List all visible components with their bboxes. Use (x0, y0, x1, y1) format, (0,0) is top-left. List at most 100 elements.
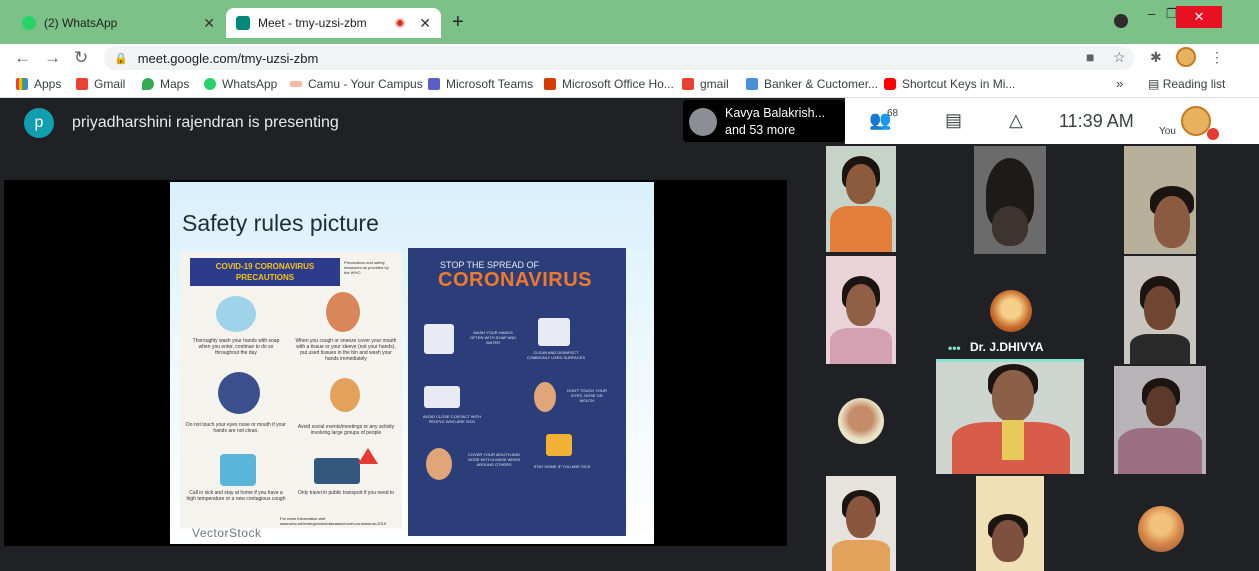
recording-icon (395, 18, 406, 28)
close-tab-icon[interactable]: ✕ (203, 15, 215, 32)
poster-tip: Avoid social events/meetings or any acti… (297, 424, 395, 436)
sneeze-icon (326, 292, 360, 332)
presenter-bar: p priyadharshini rajendran is presenting (0, 98, 787, 146)
participant-tile[interactable] (1124, 146, 1196, 254)
bookmark-gmail-2[interactable]: gmail (682, 77, 729, 91)
reading-list-button[interactable]: ▤ Reading list (1148, 77, 1225, 91)
participant-avatar[interactable] (990, 290, 1032, 332)
back-icon[interactable]: ← (14, 48, 31, 68)
menu-icon[interactable]: ⋮ (1210, 49, 1224, 66)
poster-tip: DON'T TOUCH YOUR EYES, NOSE OR MOUTH (567, 388, 607, 403)
banker-icon (746, 78, 758, 90)
youtube-icon (884, 78, 896, 90)
participant-avatar[interactable] (1138, 506, 1184, 552)
participant-clothes (832, 540, 890, 571)
bookmark-camu[interactable]: Camu - Your Campus (290, 77, 423, 91)
participant-face (992, 206, 1028, 246)
participant-face (992, 520, 1024, 562)
bookmark-label: gmail (700, 77, 729, 91)
bookmark-teams[interactable]: Microsoft Teams (428, 77, 533, 91)
no-touch-face-icon (218, 372, 260, 414)
teams-icon (428, 78, 440, 90)
house-icon (546, 434, 572, 456)
reading-list-label: Reading list (1162, 77, 1226, 91)
bookmark-label: Shortcut Keys in Mi... (902, 77, 1016, 91)
participant-tile[interactable] (826, 146, 896, 252)
new-tab-button[interactable]: + (452, 11, 464, 34)
extensions-icon[interactable]: ✱ (1150, 49, 1162, 66)
poster-tip: Only travel in public transport if you n… (297, 490, 395, 496)
camera-icon[interactable]: ■ (1086, 49, 1094, 65)
bookmark-label: Banker & Cuctomer... (764, 77, 879, 91)
address-bar[interactable]: 🔒 meet.google.com/tmy-uzsi-zbm (104, 46, 1134, 70)
poster-tip: STAY HOME IF YOU ARE SICK (533, 464, 591, 469)
participant-more: and 53 more (725, 123, 796, 137)
participant-name: Kavya Balakrish... (725, 106, 826, 120)
profile-avatar[interactable] (1176, 47, 1196, 67)
lock-icon: 🔒 (114, 52, 128, 65)
poster-tip: When you cough or sneeze cover your mout… (295, 338, 397, 362)
tab-meet[interactable]: Meet - tmy-uzsi-zbm ✕ (226, 8, 441, 38)
spray-icon (538, 318, 570, 346)
participant-tile-active-speaker[interactable] (936, 362, 1084, 474)
participant-tile[interactable] (1124, 256, 1196, 364)
clock: 11:39 AM (1059, 111, 1134, 131)
bookmark-label: Gmail (94, 77, 126, 91)
forward-icon[interactable]: → (44, 48, 61, 68)
meet-icon (236, 16, 250, 30)
presenter-text: priyadharshini rajendran is presenting (72, 114, 339, 131)
bookmark-apps[interactable]: Apps (16, 77, 61, 91)
participant-face (1146, 386, 1176, 426)
chat-icon[interactable]: ▤ (945, 110, 962, 131)
participant-tile[interactable] (974, 146, 1046, 254)
participant-tile[interactable] (826, 256, 896, 364)
bookmark-banker[interactable]: Banker & Cuctomer... (746, 77, 878, 91)
presentation-slide: Safety rules picture COVID-19 CORONAVIRU… (170, 182, 654, 544)
bookmark-gmail[interactable]: Gmail (76, 77, 125, 91)
reading-list-icon: ▤ (1148, 77, 1160, 91)
office-icon (544, 78, 556, 90)
bookmarks-bar: Apps Gmail Maps WhatsApp Camu - Your Cam… (0, 72, 1259, 98)
bookmark-office[interactable]: Microsoft Office Ho... (544, 77, 674, 91)
poster-footer: For more information visit www.who.int/e… (280, 516, 387, 526)
camu-icon (290, 81, 302, 87)
meet-stage: p priyadharshini rajendran is presenting… (0, 98, 1259, 571)
notification-badge (1207, 128, 1219, 140)
activities-icon[interactable]: △ (1009, 110, 1023, 131)
star-icon[interactable]: ☆ (1113, 49, 1126, 66)
close-tab-icon[interactable]: ✕ (419, 15, 431, 32)
tab-whatsapp[interactable]: (2) WhatsApp ✕ (12, 8, 225, 38)
participant-tile[interactable] (976, 476, 1044, 571)
bookmark-shortcut-keys[interactable]: Shortcut Keys in Mi... (884, 77, 1015, 91)
presenter-avatar: p (24, 108, 54, 138)
browser-tab-strip: (2) WhatsApp ✕ Meet - tmy-uzsi-zbm ✕ + –… (0, 0, 1259, 44)
poster-tip: Do not touch your eyes nose or mouth if … (186, 422, 286, 434)
participant-scarf (1002, 420, 1024, 460)
participant-tile-name: Dr. J.DHIVYA (970, 340, 1044, 354)
reload-icon[interactable]: ↻ (74, 48, 88, 68)
participant-tile[interactable] (1114, 366, 1206, 474)
bookmarks-overflow-button[interactable]: » (1116, 76, 1123, 91)
poster-tip: AVOID CLOSE CONTACT WITH PEOPLE WHO ARE … (422, 414, 482, 424)
more-options-icon[interactable]: ••• (948, 341, 961, 355)
close-window-button[interactable]: ✕ (1176, 6, 1222, 28)
bookmark-label: Apps (34, 77, 62, 91)
slide-title: Safety rules picture (182, 210, 379, 236)
bookmark-label: Maps (160, 77, 190, 91)
poster-tip: CLEAN AND DISINFECT COMMONLY USED SURFAC… (526, 350, 586, 360)
bookmark-whatsapp[interactable]: WhatsApp (204, 77, 277, 91)
minimize-button[interactable]: – (1148, 6, 1155, 21)
people-count: 68 (887, 108, 899, 119)
tab-search-icon[interactable] (1114, 14, 1128, 28)
bookmark-label: Camu - Your Campus (308, 77, 423, 91)
face-touch-icon (534, 382, 556, 412)
avoid-crowds-icon (330, 378, 360, 412)
participants-chip[interactable]: Kavya Balakrish... and 53 more (683, 100, 845, 142)
participant-avatar[interactable] (838, 398, 884, 444)
whatsapp-icon (22, 16, 36, 30)
participant-tile[interactable] (826, 476, 896, 571)
gmail-icon (76, 78, 88, 90)
bookmark-label: Microsoft Office Ho... (562, 77, 674, 91)
stay-home-icon (220, 454, 256, 486)
bookmark-maps[interactable]: Maps (142, 77, 189, 91)
